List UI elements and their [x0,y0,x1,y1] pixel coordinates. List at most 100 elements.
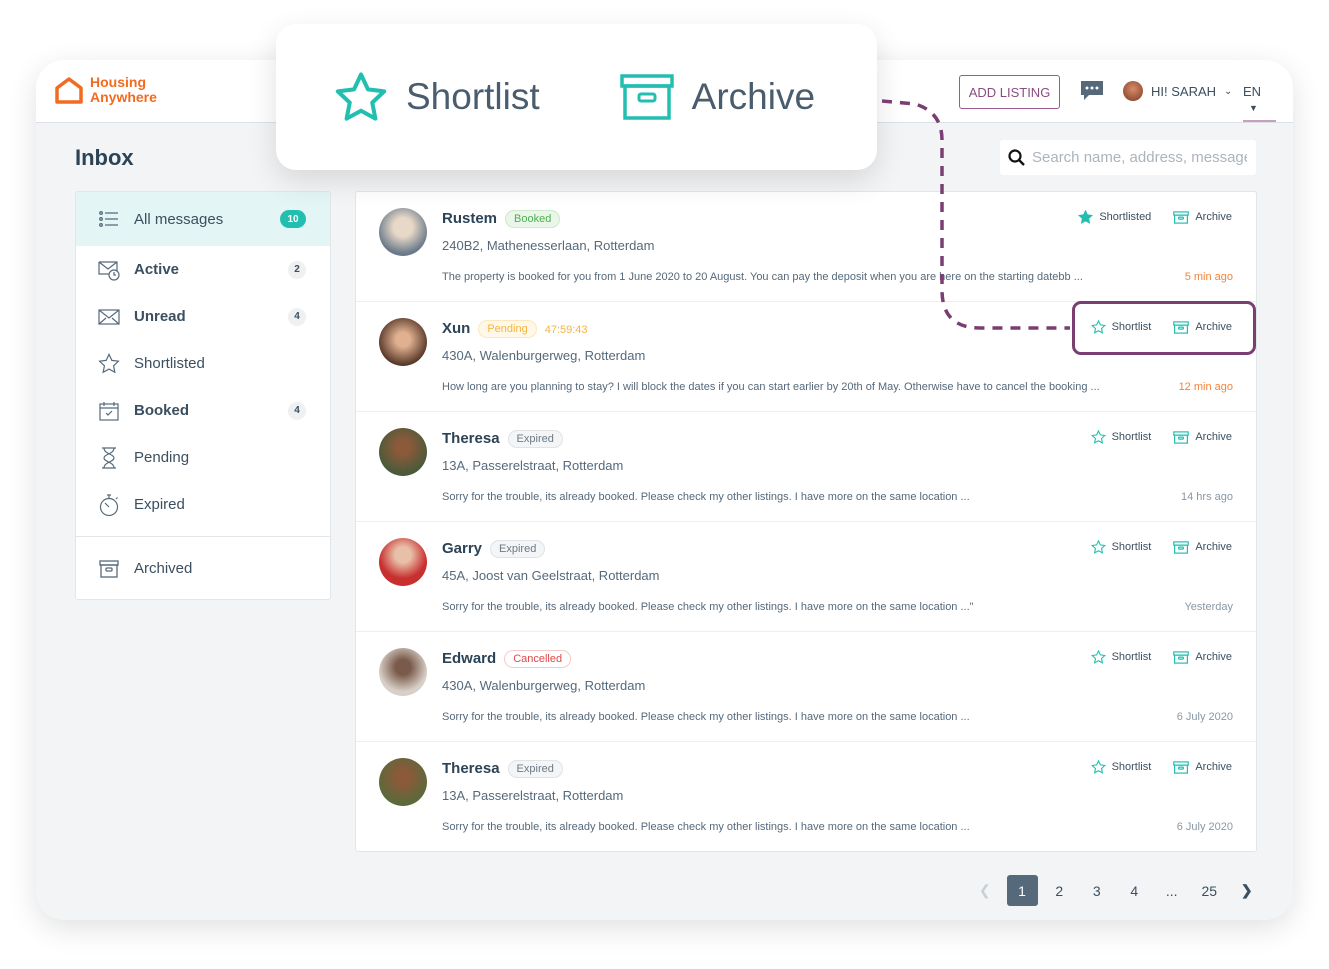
listing-address: 13A, Passerelstraat, Rotterdam [442,458,624,473]
archive-button[interactable]: Archive [1173,430,1232,444]
sidebar-item-label: Expired [134,496,185,513]
message-row[interactable]: Garry Expired 45A, Joost van Geelstraat, … [356,522,1256,632]
archive-button[interactable]: Archive [1173,650,1232,664]
avatar [379,538,427,586]
divider [76,536,330,537]
calendar-check-icon [98,401,120,421]
sidebar-item-shortlisted[interactable]: Shortlisted [76,340,330,387]
callout-shortlist: Shortlist [334,71,540,123]
housing-anywhere-logo[interactable]: Housing Anywhere [54,75,157,105]
message-preview: Sorry for the trouble, its already booke… [442,711,970,723]
sidebar-item-pending[interactable]: Pending [76,434,330,481]
prev-page-button[interactable]: ❮ [966,875,1004,906]
message-time: 5 min ago [1184,271,1233,283]
shortlist-button[interactable]: Shortlist [1090,540,1152,554]
chevron-down-icon: ⌄ [1224,85,1233,97]
archive-label: Archive [1195,431,1232,443]
shortlist-label: Shortlist [1111,431,1152,443]
user-menu[interactable]: HI! SARAH ⌄ [1123,81,1232,101]
count-badge: 4 [288,307,306,326]
count-badge: 4 [288,401,306,420]
next-page-button[interactable]: ❯ [1228,875,1266,906]
shortlist-label: Shortlist [1111,541,1152,553]
contact-name: Edward [442,650,497,667]
sidebar-item-label: Pending [134,449,190,466]
status-badge: Expired [507,430,563,448]
listing-address: 430A, Walenburgerweg, Rotterdam [442,678,646,693]
shortlist-button[interactable]: Shortlist [1090,430,1152,444]
contact-name: Theresa [442,430,500,447]
chevron-right-icon: ❯ [1240,882,1253,898]
app-window: Housing Anywhere ADD LISTING HI! SARAH ⌄ … [36,60,1293,920]
message-time: 14 hrs ago [1181,491,1233,503]
message-row[interactable]: Rustem Booked 240B2, Mathenesserlaan, Rot… [356,192,1256,302]
message-row[interactable]: Theresa Expired 13A, Passerelstraat, Rott… [356,412,1256,522]
add-listing-button[interactable]: ADD LISTING [959,75,1060,109]
message-preview: Sorry for the trouble, its already booke… [442,821,970,833]
sidebar-item-all-messages[interactable]: All messages 10 [76,192,330,246]
contact-name: Garry [442,540,483,557]
search-box[interactable] [1000,140,1256,175]
logo-line2: Anywhere [90,89,157,105]
message-preview: The property is booked for you from 1 Ju… [442,271,1083,283]
house-icon [55,77,83,104]
archive-label: Archive [1195,761,1232,773]
archive-button[interactable]: Archive [1173,760,1232,774]
star-icon [335,72,387,121]
status-badge: Expired [507,760,563,778]
pagination: ❮ 1 2 3 4... 25 ❯ [966,875,1266,906]
sidebar-item-unread[interactable]: Unread 4 [76,293,330,340]
mail-clock-icon [98,259,120,281]
search-input[interactable] [1032,149,1247,166]
sidebar-item-active[interactable]: Active 2 [76,246,330,293]
listing-address: 13A, Passerelstraat, Rotterdam [442,788,624,803]
archive-button[interactable]: Archive [1173,210,1232,224]
page-3[interactable]: 3 [1078,875,1116,906]
sidebar-item-expired[interactable]: Expired [76,481,330,528]
page-4[interactable]: 4 [1116,875,1154,906]
star-icon [1090,430,1106,444]
message-time: 6 July 2020 [1176,821,1233,833]
language-select[interactable]: EN ▼ [1243,84,1276,122]
page-25[interactable]: 25 [1191,875,1229,906]
sidebar-item-label: All messages [134,210,224,228]
archive-label: Archive [1195,211,1232,223]
sidebar: All messages 10 Active 2 Unread 4 Shortlisted B… [75,191,331,600]
message-list: Rustem Booked 240B2, Mathenesserlaan, Rot… [355,191,1257,852]
avatar [379,648,427,696]
message-row[interactable]: Edward Cancelled 430A, Walenburgerweg, Ro… [356,632,1256,742]
user-greeting: HI! SARAH [1151,83,1217,99]
message-time: 12 min ago [1178,381,1233,393]
shortlist-button[interactable]: Shortlist [1090,760,1152,774]
page-1[interactable]: 1 [1006,875,1038,906]
listing-address: 430A, Walenburgerweg, Rotterdam [442,348,646,363]
star-icon [1090,650,1106,664]
archive-button[interactable]: Archive [1173,540,1232,554]
contact-name: Xun [442,320,471,337]
list-icon [98,211,120,227]
shortlist-label: Shortlist [1111,761,1152,773]
archive-icon [1173,540,1190,554]
avatar [379,208,427,256]
message-time: Yesterday [1184,601,1233,613]
caret-down-icon: ▼ [1249,103,1258,113]
shortlist-button[interactable]: Shortlist [1090,650,1152,664]
callout-shortlist-label: Shortlist [406,76,540,117]
callout-archive: Archive [619,74,815,120]
message-preview: Sorry for the trouble, its already booke… [442,601,974,613]
sidebar-item-label: Unread [134,308,186,325]
sidebar-item-archived[interactable]: Archived [76,545,330,592]
chat-icon[interactable] [1080,80,1104,102]
archive-label: Archive [1195,651,1232,663]
shortlist-label: Shortlist [1111,651,1152,663]
status-badge: Expired [490,540,546,558]
archive-icon [1173,650,1190,664]
sidebar-item-booked[interactable]: Booked 4 [76,387,330,434]
shortlist-button[interactable]: Shortlisted [1078,210,1151,224]
page-2[interactable]: 2 [1041,875,1079,906]
message-row[interactable]: Theresa Expired 13A, Passerelstraat, Rott… [356,742,1256,852]
page-ellipsis: ... [1165,882,1178,899]
logo-line1: Housing [90,74,146,90]
shortlist-label: Shortlisted [1099,211,1152,223]
status-badge: Cancelled [504,650,572,668]
